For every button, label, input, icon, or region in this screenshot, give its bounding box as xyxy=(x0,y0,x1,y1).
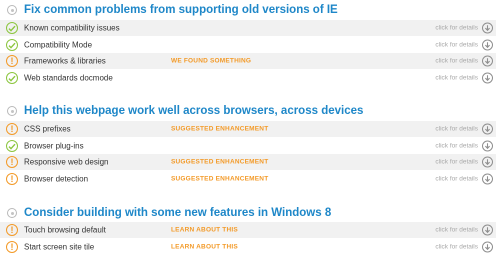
result-label: Web standards docmode xyxy=(24,73,113,83)
result-label: Browser plug-ins xyxy=(24,141,84,151)
chevron-down-circle-icon[interactable] xyxy=(482,224,493,236)
result-row[interactable]: ! Frameworks & libraries WE FOUND SOMETHIN… xyxy=(0,53,496,69)
result-label: Start screen site tile xyxy=(24,242,95,252)
section-header-cross-browser: Help this webpage work well across brows… xyxy=(0,101,500,121)
check-circle-icon xyxy=(6,39,18,51)
result-tag: SUGGESTED ENHANCEMENT xyxy=(171,175,269,183)
click-for-details-link[interactable]: click for details xyxy=(435,244,478,251)
click-for-details-link[interactable]: click for details xyxy=(435,159,478,166)
section-header-old-ie: Fix common problems from supporting old … xyxy=(0,0,500,20)
result-label: Known compatibility issues xyxy=(24,23,120,33)
section-dot-icon xyxy=(7,5,17,15)
section-dot-icon xyxy=(7,208,17,218)
click-for-details-link[interactable]: click for details xyxy=(435,42,478,49)
click-for-details-link[interactable]: click for details xyxy=(435,143,478,150)
result-tag: WE FOUND SOMETHING xyxy=(171,57,252,65)
exclamation-circle-icon: ! xyxy=(6,156,18,168)
check-circle-icon xyxy=(6,140,18,152)
result-label: CSS prefixes xyxy=(24,124,71,134)
section-dot-icon xyxy=(7,106,17,116)
result-row[interactable]: ! Touch browsing default LEARN ABOUT THIS c… xyxy=(0,222,496,238)
click-for-details-link[interactable]: click for details xyxy=(435,75,478,82)
section-title: Fix common problems from supporting old … xyxy=(24,4,338,16)
exclamation-circle-icon: ! xyxy=(6,55,18,67)
section-header-windows-8: Consider building with some new features… xyxy=(0,203,500,223)
click-for-details-link[interactable]: click for details xyxy=(435,126,478,133)
chevron-down-circle-icon[interactable] xyxy=(482,156,493,168)
result-label: Responsive web design xyxy=(24,157,109,167)
chevron-down-circle-icon[interactable] xyxy=(482,55,493,67)
result-row[interactable]: ! Start screen site tile LEARN ABOUT THIS c… xyxy=(0,239,496,255)
scan-results-page: Fix common problems from supporting old … xyxy=(0,0,500,259)
click-for-details-link[interactable]: click for details xyxy=(435,227,478,234)
result-row[interactable]: ! CSS prefixes SUGGESTED ENHANCEMENT click … xyxy=(0,121,496,137)
exclamation-circle-icon: ! xyxy=(6,173,18,185)
result-label: Frameworks & libraries xyxy=(24,56,106,66)
section-title: Help this webpage work well across brows… xyxy=(24,105,364,117)
check-circle-icon xyxy=(6,22,18,34)
chevron-down-circle-icon[interactable] xyxy=(482,241,493,253)
result-row[interactable]: Compatibility Mode click for details xyxy=(0,37,496,53)
exclamation-circle-icon: ! xyxy=(6,224,18,236)
result-tag: LEARN ABOUT THIS xyxy=(171,243,238,251)
exclamation-circle-icon: ! xyxy=(6,123,18,135)
result-label: Compatibility Mode xyxy=(24,40,93,50)
result-row[interactable]: ! Browser detection SUGGESTED ENHANCEMENT c… xyxy=(0,171,496,187)
click-for-details-link[interactable]: click for details xyxy=(435,58,478,65)
check-circle-icon xyxy=(6,72,18,84)
chevron-down-circle-icon[interactable] xyxy=(482,39,493,51)
result-tag: SUGGESTED ENHANCEMENT xyxy=(171,158,269,166)
chevron-down-circle-icon[interactable] xyxy=(482,22,493,34)
result-tag: SUGGESTED ENHANCEMENT xyxy=(171,125,269,133)
result-tag: LEARN ABOUT THIS xyxy=(171,226,238,234)
section-title: Consider building with some new features… xyxy=(24,207,332,219)
result-row[interactable]: Browser plug-ins click for details xyxy=(0,138,496,154)
result-row[interactable]: Known compatibility issues click for deta… xyxy=(0,20,496,36)
result-label: Touch browsing default xyxy=(24,225,106,235)
result-row[interactable]: ! Responsive web design SUGGESTED ENHANCEM… xyxy=(0,154,496,170)
chevron-down-circle-icon[interactable] xyxy=(482,72,493,84)
result-row[interactable]: Web standards docmode click for details xyxy=(0,70,496,86)
exclamation-circle-icon: ! xyxy=(6,241,18,253)
chevron-down-circle-icon[interactable] xyxy=(482,123,493,135)
click-for-details-link[interactable]: click for details xyxy=(435,176,478,183)
chevron-down-circle-icon[interactable] xyxy=(482,173,493,185)
click-for-details-link[interactable]: click for details xyxy=(435,25,478,32)
chevron-down-circle-icon[interactable] xyxy=(482,140,493,152)
result-label: Browser detection xyxy=(24,174,89,184)
